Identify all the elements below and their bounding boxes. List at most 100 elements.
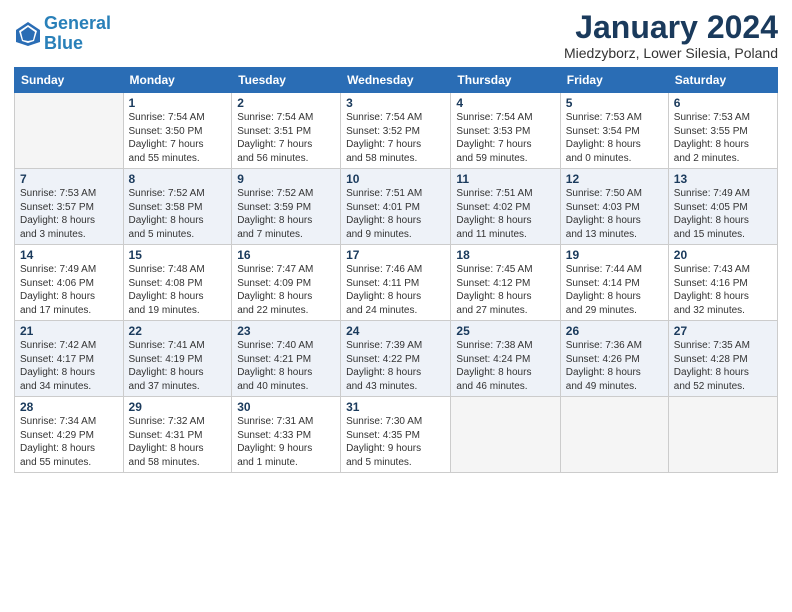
day-number: 15 (129, 248, 227, 262)
calendar-cell: 1Sunrise: 7:54 AM Sunset: 3:50 PM Daylig… (123, 93, 232, 169)
calendar-cell (668, 397, 777, 473)
calendar-week-1: 1Sunrise: 7:54 AM Sunset: 3:50 PM Daylig… (15, 93, 778, 169)
calendar-cell: 2Sunrise: 7:54 AM Sunset: 3:51 PM Daylig… (232, 93, 341, 169)
calendar-cell: 10Sunrise: 7:51 AM Sunset: 4:01 PM Dayli… (341, 169, 451, 245)
day-info: Sunrise: 7:53 AM Sunset: 3:55 PM Dayligh… (674, 111, 772, 165)
calendar-cell: 18Sunrise: 7:45 AM Sunset: 4:12 PM Dayli… (451, 245, 560, 321)
day-header-monday: Monday (123, 68, 232, 93)
day-number: 16 (237, 248, 335, 262)
day-number: 9 (237, 172, 335, 186)
day-number: 19 (566, 248, 663, 262)
day-number: 12 (566, 172, 663, 186)
calendar-cell: 12Sunrise: 7:50 AM Sunset: 4:03 PM Dayli… (560, 169, 668, 245)
header: General Blue January 2024 Miedzyborz, Lo… (14, 10, 778, 61)
day-number: 1 (129, 96, 227, 110)
day-info: Sunrise: 7:54 AM Sunset: 3:50 PM Dayligh… (129, 111, 227, 165)
day-number: 22 (129, 324, 227, 338)
day-number: 5 (566, 96, 663, 110)
calendar-cell: 11Sunrise: 7:51 AM Sunset: 4:02 PM Dayli… (451, 169, 560, 245)
calendar-cell: 13Sunrise: 7:49 AM Sunset: 4:05 PM Dayli… (668, 169, 777, 245)
day-number: 17 (346, 248, 445, 262)
day-number: 25 (456, 324, 554, 338)
calendar-cell: 15Sunrise: 7:48 AM Sunset: 4:08 PM Dayli… (123, 245, 232, 321)
day-info: Sunrise: 7:39 AM Sunset: 4:22 PM Dayligh… (346, 339, 445, 393)
calendar-cell: 26Sunrise: 7:36 AM Sunset: 4:26 PM Dayli… (560, 321, 668, 397)
day-info: Sunrise: 7:53 AM Sunset: 3:57 PM Dayligh… (20, 187, 118, 241)
day-number: 30 (237, 400, 335, 414)
day-info: Sunrise: 7:43 AM Sunset: 4:16 PM Dayligh… (674, 263, 772, 317)
calendar-cell: 22Sunrise: 7:41 AM Sunset: 4:19 PM Dayli… (123, 321, 232, 397)
day-number: 23 (237, 324, 335, 338)
day-info: Sunrise: 7:31 AM Sunset: 4:33 PM Dayligh… (237, 415, 335, 469)
day-number: 27 (674, 324, 772, 338)
day-info: Sunrise: 7:44 AM Sunset: 4:14 PM Dayligh… (566, 263, 663, 317)
main-title: January 2024 (564, 10, 778, 45)
title-block: January 2024 Miedzyborz, Lower Silesia, … (564, 10, 778, 61)
day-info: Sunrise: 7:49 AM Sunset: 4:05 PM Dayligh… (674, 187, 772, 241)
day-number: 28 (20, 400, 118, 414)
logo: General Blue (14, 14, 111, 54)
day-number: 24 (346, 324, 445, 338)
calendar-body: 1Sunrise: 7:54 AM Sunset: 3:50 PM Daylig… (15, 93, 778, 473)
calendar-cell: 25Sunrise: 7:38 AM Sunset: 4:24 PM Dayli… (451, 321, 560, 397)
day-header-sunday: Sunday (15, 68, 124, 93)
logo-text: General Blue (44, 14, 111, 54)
day-number: 14 (20, 248, 118, 262)
calendar-week-4: 21Sunrise: 7:42 AM Sunset: 4:17 PM Dayli… (15, 321, 778, 397)
calendar-header: SundayMondayTuesdayWednesdayThursdayFrid… (15, 68, 778, 93)
calendar-cell (560, 397, 668, 473)
day-number: 18 (456, 248, 554, 262)
day-info: Sunrise: 7:35 AM Sunset: 4:28 PM Dayligh… (674, 339, 772, 393)
calendar-cell: 19Sunrise: 7:44 AM Sunset: 4:14 PM Dayli… (560, 245, 668, 321)
calendar-cell: 8Sunrise: 7:52 AM Sunset: 3:58 PM Daylig… (123, 169, 232, 245)
calendar-cell: 17Sunrise: 7:46 AM Sunset: 4:11 PM Dayli… (341, 245, 451, 321)
day-info: Sunrise: 7:42 AM Sunset: 4:17 PM Dayligh… (20, 339, 118, 393)
calendar-week-2: 7Sunrise: 7:53 AM Sunset: 3:57 PM Daylig… (15, 169, 778, 245)
calendar-cell: 5Sunrise: 7:53 AM Sunset: 3:54 PM Daylig… (560, 93, 668, 169)
day-info: Sunrise: 7:34 AM Sunset: 4:29 PM Dayligh… (20, 415, 118, 469)
day-info: Sunrise: 7:40 AM Sunset: 4:21 PM Dayligh… (237, 339, 335, 393)
calendar-cell: 21Sunrise: 7:42 AM Sunset: 4:17 PM Dayli… (15, 321, 124, 397)
day-number: 13 (674, 172, 772, 186)
page: General Blue January 2024 Miedzyborz, Lo… (0, 0, 792, 612)
day-header-friday: Friday (560, 68, 668, 93)
calendar-cell: 30Sunrise: 7:31 AM Sunset: 4:33 PM Dayli… (232, 397, 341, 473)
calendar-cell: 23Sunrise: 7:40 AM Sunset: 4:21 PM Dayli… (232, 321, 341, 397)
day-number: 31 (346, 400, 445, 414)
day-header-tuesday: Tuesday (232, 68, 341, 93)
day-info: Sunrise: 7:51 AM Sunset: 4:02 PM Dayligh… (456, 187, 554, 241)
day-number: 26 (566, 324, 663, 338)
day-info: Sunrise: 7:52 AM Sunset: 3:59 PM Dayligh… (237, 187, 335, 241)
day-header-thursday: Thursday (451, 68, 560, 93)
day-number: 20 (674, 248, 772, 262)
day-number: 4 (456, 96, 554, 110)
calendar-cell (15, 93, 124, 169)
day-info: Sunrise: 7:54 AM Sunset: 3:51 PM Dayligh… (237, 111, 335, 165)
day-number: 11 (456, 172, 554, 186)
day-header-wednesday: Wednesday (341, 68, 451, 93)
day-info: Sunrise: 7:53 AM Sunset: 3:54 PM Dayligh… (566, 111, 663, 165)
day-info: Sunrise: 7:54 AM Sunset: 3:52 PM Dayligh… (346, 111, 445, 165)
day-info: Sunrise: 7:45 AM Sunset: 4:12 PM Dayligh… (456, 263, 554, 317)
day-number: 3 (346, 96, 445, 110)
day-number: 10 (346, 172, 445, 186)
calendar-cell: 24Sunrise: 7:39 AM Sunset: 4:22 PM Dayli… (341, 321, 451, 397)
day-info: Sunrise: 7:30 AM Sunset: 4:35 PM Dayligh… (346, 415, 445, 469)
day-header-saturday: Saturday (668, 68, 777, 93)
calendar-cell: 7Sunrise: 7:53 AM Sunset: 3:57 PM Daylig… (15, 169, 124, 245)
day-info: Sunrise: 7:41 AM Sunset: 4:19 PM Dayligh… (129, 339, 227, 393)
calendar-week-5: 28Sunrise: 7:34 AM Sunset: 4:29 PM Dayli… (15, 397, 778, 473)
calendar-cell: 3Sunrise: 7:54 AM Sunset: 3:52 PM Daylig… (341, 93, 451, 169)
calendar-cell: 28Sunrise: 7:34 AM Sunset: 4:29 PM Dayli… (15, 397, 124, 473)
day-number: 29 (129, 400, 227, 414)
subtitle: Miedzyborz, Lower Silesia, Poland (564, 45, 778, 61)
day-info: Sunrise: 7:52 AM Sunset: 3:58 PM Dayligh… (129, 187, 227, 241)
day-number: 7 (20, 172, 118, 186)
calendar-cell (451, 397, 560, 473)
calendar-table: SundayMondayTuesdayWednesdayThursdayFrid… (14, 67, 778, 473)
calendar-cell: 6Sunrise: 7:53 AM Sunset: 3:55 PM Daylig… (668, 93, 777, 169)
day-info: Sunrise: 7:50 AM Sunset: 4:03 PM Dayligh… (566, 187, 663, 241)
logo-line2: Blue (44, 33, 83, 53)
calendar-cell: 9Sunrise: 7:52 AM Sunset: 3:59 PM Daylig… (232, 169, 341, 245)
day-number: 21 (20, 324, 118, 338)
